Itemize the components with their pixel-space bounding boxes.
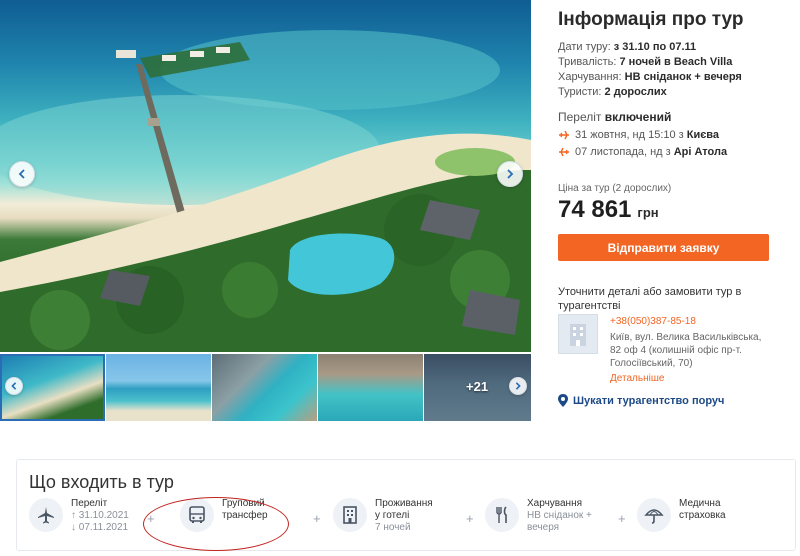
include-accommodation: Проживання у готелі 7 ночей: [333, 498, 433, 534]
flight-return-city: Арі Атола: [673, 146, 728, 158]
hotel-icon: [333, 498, 367, 532]
agency-phone-link[interactable]: +38(050)387-85-18: [610, 316, 696, 327]
map-pin-icon: [558, 394, 568, 407]
include-flight-name: Переліт: [71, 498, 108, 509]
chevron-right-icon: [507, 169, 514, 179]
agency-building-icon: [558, 314, 598, 354]
tour-info-title: Інформація про тур: [558, 9, 744, 30]
include-accommodation-name-2: у готелі: [375, 510, 410, 521]
tour-includes-section: Що входить в тур Переліт ↑ 31.10.2021 ↓ …: [16, 459, 796, 551]
agency-details-link[interactable]: Детальніше: [610, 373, 664, 384]
include-accommodation-name: Проживання: [375, 498, 433, 509]
tour-meals-value: HB сніданок + вечеря: [624, 71, 742, 83]
tour-meals: Харчування: HB сніданок + вечеря: [558, 71, 742, 83]
tour-tourists-value: 2 дорослих: [604, 86, 667, 98]
thumbnail[interactable]: [212, 354, 317, 421]
include-insurance: Медична страховка: [637, 498, 726, 532]
agency-address: Київ, вул. Велика Васильківська, 82 оф 4…: [610, 332, 762, 369]
tour-duration: Тривалість: 7 ночей в Beach Villa: [558, 56, 732, 68]
tour-duration-value: 7 ночей в Beach Villa: [619, 56, 733, 68]
include-insurance-text: Медична страховка: [679, 498, 726, 522]
more-photos-count[interactable]: +21: [466, 379, 488, 394]
price-label: Ціна за тур (2 дорослих): [558, 183, 672, 194]
include-insurance-name-2: страховка: [679, 510, 726, 521]
flight-outbound: 31 жовтня, нд 15:10 з Києва: [558, 129, 719, 141]
plane-return-icon: [558, 146, 570, 158]
find-agency-link[interactable]: Шукати турагентство поруч: [558, 394, 724, 407]
include-flight-text: Переліт ↑ 31.10.2021 ↓ 07.11.2021: [71, 498, 129, 534]
include-meals: Харчування HB сніданок + вечеря: [485, 498, 592, 534]
include-flight-out-date: ↑ 31.10.2021: [71, 510, 129, 521]
thumbnail[interactable]: [106, 354, 211, 421]
highlight-annotation: [143, 497, 289, 551]
include-meals-text: Харчування HB сніданок + вечеря: [527, 498, 592, 534]
plus-separator: +: [466, 511, 474, 526]
tour-tourists-label: Туристи:: [558, 86, 602, 98]
plane-departure-icon: [558, 129, 570, 141]
chevron-right-icon: [515, 382, 521, 390]
flight-outbound-city: Києва: [686, 129, 720, 141]
flight-return: 07 листопада, нд з Арі Атола: [558, 146, 727, 158]
resort-aerial-illustration: [0, 30, 531, 352]
thumbnails-prev-button[interactable]: [5, 377, 23, 395]
price-currency: грн: [637, 205, 659, 220]
umbrella-icon: [637, 498, 671, 532]
include-meals-name: Харчування: [527, 498, 583, 509]
chevron-left-icon: [18, 169, 25, 179]
main-photo[interactable]: [0, 0, 531, 352]
include-flight-back-date: ↓ 07.11.2021: [71, 522, 129, 533]
plane-icon: [29, 498, 63, 532]
flight-return-text: 07 листопада, нд з: [575, 146, 671, 158]
flight-label: Переліт: [558, 110, 602, 124]
find-agency-label: Шукати турагентство поруч: [573, 394, 725, 407]
plus-separator: +: [313, 511, 321, 526]
flight-status: включений: [604, 110, 672, 124]
agency-hint: Уточнити деталі або замовити тур в тураг…: [558, 286, 742, 312]
plus-separator: +: [618, 511, 626, 526]
include-meals-type-2: вечеря: [527, 522, 560, 533]
gallery-next-button[interactable]: [497, 161, 523, 187]
tour-tourists: Туристи: 2 дорослих: [558, 86, 667, 98]
include-flight: Переліт ↑ 31.10.2021 ↓ 07.11.2021: [29, 498, 129, 534]
price-value: 74 861: [558, 196, 632, 223]
cutlery-icon: [485, 498, 519, 532]
tour-includes-title: Що входить в тур: [29, 472, 174, 492]
price: 74 861 грн: [558, 196, 659, 224]
tour-meals-label: Харчування:: [558, 71, 622, 83]
tour-duration-label: Тривалість:: [558, 56, 617, 68]
thumbnail[interactable]: [318, 354, 423, 421]
flight-heading: Переліт включений: [558, 110, 671, 124]
chevron-left-icon: [11, 382, 17, 390]
include-insurance-name: Медична: [679, 498, 721, 509]
include-accommodation-nights: 7 ночей: [375, 522, 411, 533]
include-meals-type: HB сніданок +: [527, 510, 592, 521]
tour-dates-value: з 31.10 по 07.11: [613, 41, 697, 53]
send-request-button[interactable]: Відправити заявку: [558, 234, 769, 261]
photo-gallery: +21: [0, 0, 531, 421]
include-accommodation-text: Проживання у готелі 7 ночей: [375, 498, 433, 534]
tour-dates-label: Дати туру:: [558, 41, 611, 53]
gallery-prev-button[interactable]: [9, 161, 35, 187]
thumbnails-next-button[interactable]: [509, 377, 527, 395]
flight-outbound-text: 31 жовтня, нд 15:10 з: [575, 129, 684, 141]
tour-dates: Дати туру: з 31.10 по 07.11: [558, 41, 696, 53]
thumbnail-strip: [0, 354, 531, 421]
